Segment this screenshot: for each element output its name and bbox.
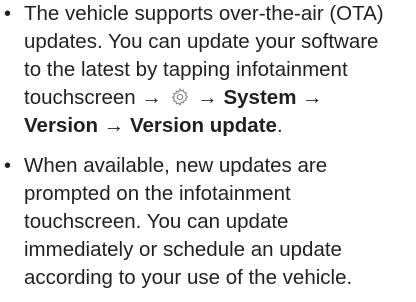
bullet-marker: • bbox=[4, 155, 12, 177]
bullet-item-update-prompt: • When available, new updates are prompt… bbox=[0, 152, 416, 292]
settings-gear-icon bbox=[171, 87, 188, 107]
text-line: to the latest by tapping infotainment bbox=[24, 58, 348, 81]
period: . bbox=[276, 114, 283, 137]
text-line: prompted on the infotainment bbox=[24, 182, 291, 205]
bullet-marker: • bbox=[4, 3, 12, 25]
bullet-list: • The vehicle supports over-the-air (OTA… bbox=[0, 0, 416, 292]
text-segment: touchscreen → bbox=[24, 86, 162, 109]
bullet-item-ota-support: • The vehicle supports over-the-air (OTA… bbox=[0, 0, 416, 140]
menu-path-version-update: Version update bbox=[129, 114, 277, 137]
menu-path-system: System bbox=[223, 86, 297, 109]
bullet-text: The vehicle supports over-the-air (OTA) … bbox=[24, 0, 416, 140]
text-line: When available, new updates are bbox=[24, 154, 328, 177]
text-line: updates. You can update your software bbox=[24, 30, 379, 53]
arrow-symbol: → bbox=[103, 114, 125, 137]
text-line: touchscreen. You can update bbox=[24, 210, 289, 233]
text-line: The vehicle supports over-the-air (OTA) bbox=[24, 2, 384, 25]
manual-content: • The vehicle supports over-the-air (OTA… bbox=[0, 0, 416, 302]
arrow-symbol: → bbox=[197, 86, 218, 109]
menu-path-version: Version bbox=[24, 114, 99, 137]
text-line: according to your use of the vehicle. bbox=[24, 266, 353, 289]
arrow-symbol: → bbox=[302, 86, 323, 109]
text-line: immediately or schedule an update bbox=[24, 238, 342, 261]
bullet-text: When available, new updates are prompted… bbox=[24, 152, 416, 292]
